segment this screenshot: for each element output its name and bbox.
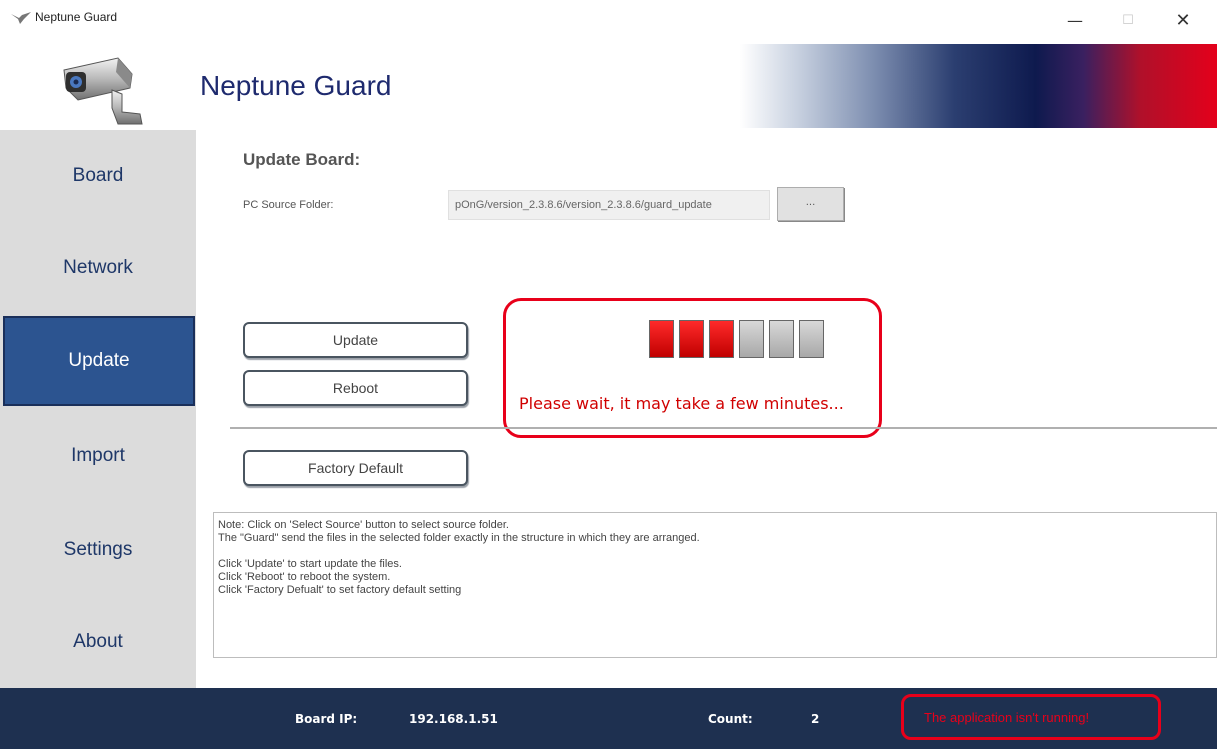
source-folder-field[interactable]: pOnG/version_2.3.8.6/version_2.3.8.6/gua… <box>448 190 770 220</box>
progress-block-empty <box>799 320 824 358</box>
maximize-button[interactable]: ☐ <box>1113 10 1143 32</box>
board-ip-value: 192.168.1.51 <box>409 712 498 726</box>
update-button[interactable]: Update <box>243 322 468 358</box>
count-label: Count: <box>708 712 753 726</box>
count-value: 2 <box>811 712 820 726</box>
app-header: Neptune Guard <box>0 44 1217 130</box>
browse-button[interactable]: ... <box>777 187 844 221</box>
note-line: Click 'Update' to start update the files… <box>218 558 402 570</box>
minimize-button[interactable]: — <box>1060 10 1090 32</box>
progress-block-filled <box>679 320 704 358</box>
divider <box>230 427 1217 429</box>
source-folder-label: PC Source Folder: <box>243 199 334 211</box>
sidebar-item-import[interactable]: Import <box>0 410 196 502</box>
status-bar: Board IP: 192.168.1.51 Count: 2 The appl… <box>0 688 1217 749</box>
note-line: Click 'Factory Defualt' to set factory d… <box>218 584 462 596</box>
app-bird-icon <box>11 12 31 24</box>
progress-panel: Please wait, it may take a few minutes..… <box>503 298 882 438</box>
security-camera-icon <box>63 57 143 125</box>
sidebar-item-update[interactable]: Update <box>3 316 195 406</box>
progress-block-empty <box>739 320 764 358</box>
status-warning: The application isn't running! <box>924 710 1090 725</box>
note-line: The "Guard" send the files in the select… <box>218 532 700 544</box>
window-title: Neptune Guard <box>35 10 118 24</box>
note-line-blank <box>218 545 1212 558</box>
app-title: Neptune Guard <box>200 70 392 101</box>
header-gradient-banner <box>740 44 1217 128</box>
close-button[interactable]: ✕ <box>1168 10 1198 32</box>
board-ip-label: Board IP: <box>295 712 358 726</box>
reboot-button[interactable]: Reboot <box>243 370 468 406</box>
progress-block-filled <box>709 320 734 358</box>
title-bar: Neptune Guard — ☐ ✕ <box>0 0 1217 44</box>
notes-panel: Note: Click on 'Select Source' button to… <box>213 512 1217 658</box>
progress-indicator <box>649 320 824 358</box>
progress-message: Please wait, it may take a few minutes..… <box>519 394 844 413</box>
note-line: Note: Click on 'Select Source' button to… <box>218 519 509 531</box>
sidebar-item-network[interactable]: Network <box>0 222 196 314</box>
status-warning-box: The application isn't running! <box>901 694 1161 740</box>
sidebar: Board Network Update Import Settings Abo… <box>0 130 196 688</box>
section-title: Update Board: <box>243 150 361 169</box>
progress-block-filled <box>649 320 674 358</box>
progress-block-empty <box>769 320 794 358</box>
note-line: Click 'Reboot' to reboot the system. <box>218 571 391 583</box>
sidebar-item-settings[interactable]: Settings <box>0 504 196 596</box>
sidebar-item-board[interactable]: Board <box>0 130 196 222</box>
sidebar-item-about[interactable]: About <box>0 596 196 688</box>
factory-default-button[interactable]: Factory Default <box>243 450 468 486</box>
app-window: Neptune Guard — ☐ ✕ Neptune Guard Board … <box>0 0 1217 749</box>
